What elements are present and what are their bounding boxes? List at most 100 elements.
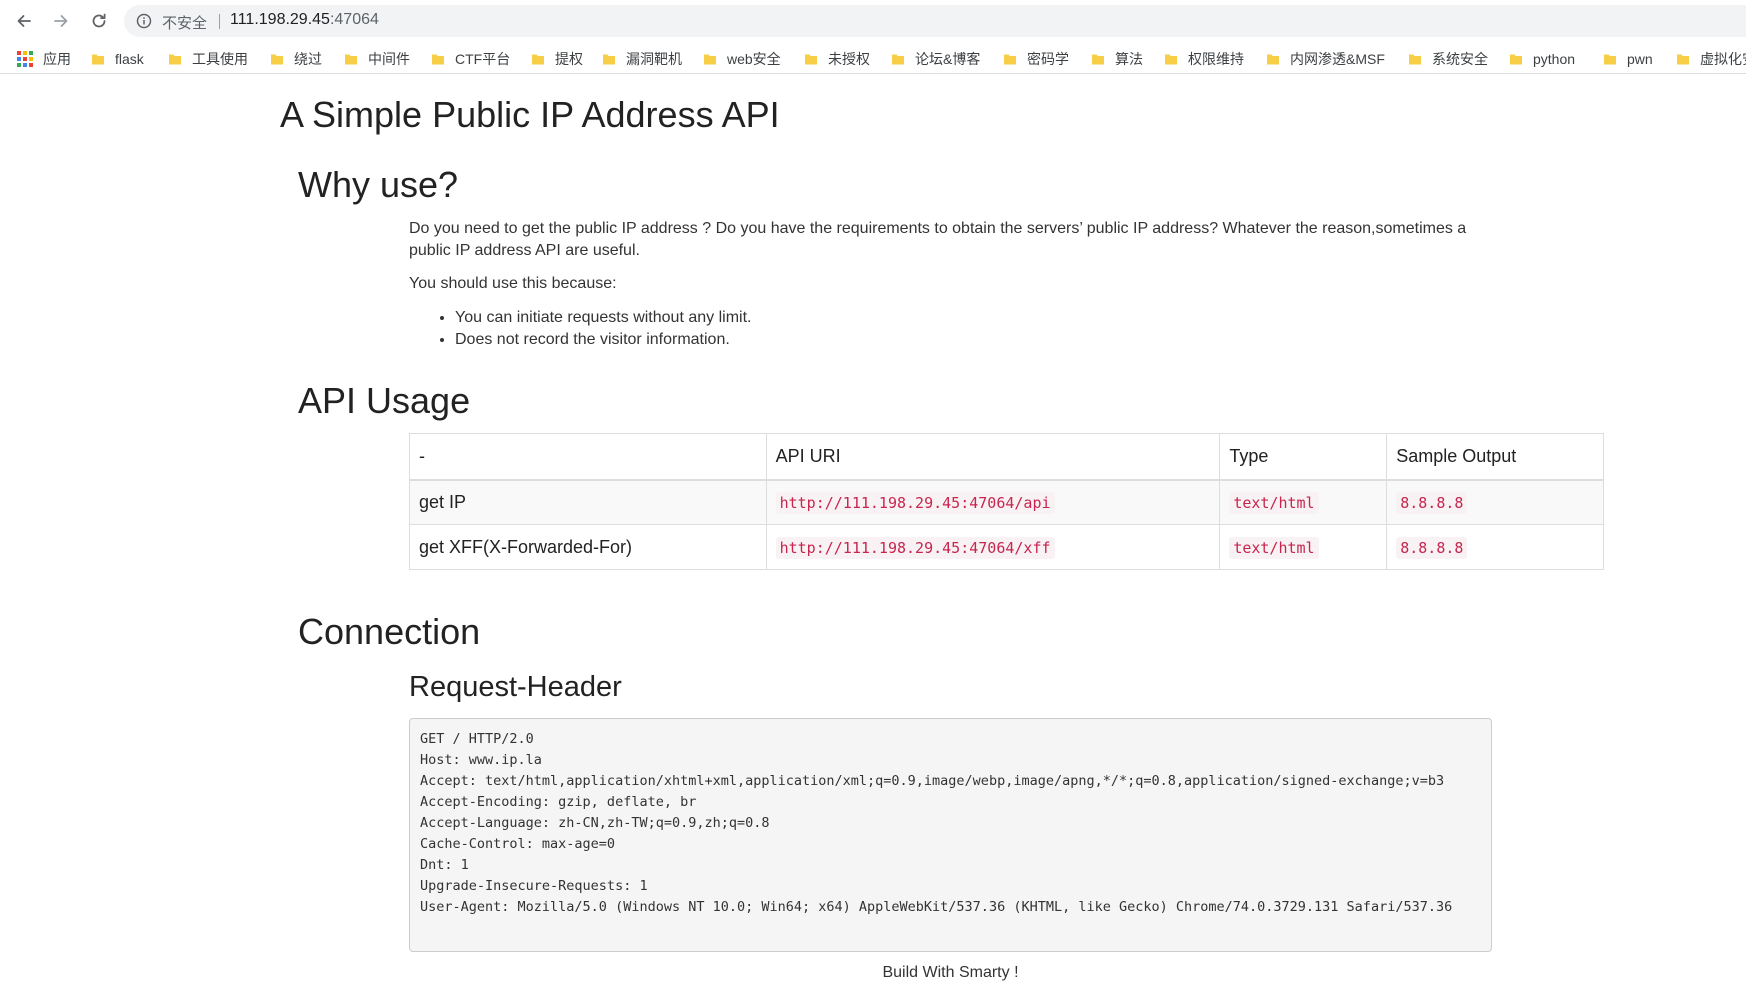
bookmark-folder[interactable]: python bbox=[1509, 49, 1575, 69]
bookmark-folder[interactable]: pwn bbox=[1603, 49, 1653, 69]
url-host: 111.198.29.45 bbox=[230, 11, 330, 28]
bookmark-folder[interactable]: 漏洞靶机 bbox=[602, 49, 682, 69]
sample-output: 8.8.8.8 bbox=[1396, 491, 1468, 514]
header-line: User-Agent: Mozilla/5.0 (Windows NT 10.0… bbox=[420, 899, 1453, 915]
header-line: Accept-Encoding: gzip, deflate, br bbox=[420, 794, 697, 810]
folder-icon bbox=[1266, 52, 1280, 66]
api-uri[interactable]: http://111.198.29.45:47064/api bbox=[775, 491, 1055, 514]
bookmark-label: python bbox=[1533, 51, 1576, 67]
back-button[interactable] bbox=[11, 8, 37, 34]
bookmark-label: 提权 bbox=[555, 51, 583, 67]
folder-icon bbox=[1003, 52, 1017, 66]
arrow-right-icon bbox=[54, 15, 68, 27]
security-status[interactable]: 不安全 bbox=[162, 12, 207, 33]
type-cell: text/html bbox=[1219, 479, 1388, 525]
content-type: text/html bbox=[1229, 491, 1319, 514]
folder-icon bbox=[1509, 52, 1523, 66]
apps-grid-icon bbox=[17, 51, 33, 67]
folder-icon bbox=[344, 52, 358, 66]
api-usage-table: - API URI Type Sample Output get IP http… bbox=[409, 433, 1604, 570]
output-cell: 8.8.8.8 bbox=[1386, 524, 1604, 570]
bookmark-label: web安全 bbox=[727, 51, 781, 67]
bookmark-folder[interactable]: 内网渗透&MSF bbox=[1266, 49, 1385, 69]
table-row: get XFF(X-Forwarded-For) http://111.198.… bbox=[409, 524, 1604, 570]
header-line: Accept-Language: zh-CN,zh-TW;q=0.9,zh;q=… bbox=[420, 815, 770, 831]
bookmark-label: 工具使用 bbox=[192, 51, 248, 67]
bookmark-folder[interactable]: 虚拟化安 bbox=[1676, 49, 1746, 69]
browser-toolbar: 不安全 111.198.29.45:47064 bbox=[0, 0, 1746, 42]
bookmark-label: 论坛&博客 bbox=[915, 51, 981, 67]
why-heading: Why use? bbox=[298, 164, 459, 205]
bookmark-folder[interactable]: 密码学 bbox=[1003, 49, 1069, 69]
output-cell: 8.8.8.8 bbox=[1386, 479, 1604, 525]
bookmark-label: 密码学 bbox=[1027, 51, 1069, 67]
bookmark-label: 未授权 bbox=[828, 51, 870, 67]
folder-icon bbox=[531, 52, 545, 66]
folder-icon bbox=[1408, 52, 1422, 66]
bookmark-label: 绕过 bbox=[294, 51, 322, 67]
bookmark-folder[interactable]: CTF平台 bbox=[431, 49, 510, 69]
info-icon[interactable] bbox=[136, 13, 152, 29]
url-port: :47064 bbox=[329, 11, 379, 28]
bookmark-folder[interactable]: web安全 bbox=[703, 49, 781, 69]
reasons-list: You can initiate requests without any li… bbox=[409, 307, 751, 351]
bookmark-label: CTF平台 bbox=[455, 51, 511, 67]
column-header: Type bbox=[1219, 433, 1388, 481]
bookmark-label: flask bbox=[115, 51, 144, 67]
bookmark-label: 应用 bbox=[43, 51, 71, 67]
column-header: - bbox=[409, 433, 767, 481]
header-line: Cache-Control: max-age=0 bbox=[420, 836, 616, 852]
reload-button[interactable] bbox=[86, 8, 112, 34]
list-item: Does not record the visitor information. bbox=[455, 329, 751, 351]
bookmark-label: 漏洞靶机 bbox=[626, 51, 682, 67]
bookmark-folder[interactable]: 绕过 bbox=[270, 49, 322, 69]
bookmark-label: 虚拟化安 bbox=[1700, 51, 1746, 67]
folder-icon bbox=[168, 52, 182, 66]
table-header-row: - API URI Type Sample Output bbox=[409, 433, 1604, 481]
bookmark-folder[interactable]: 权限维持 bbox=[1164, 49, 1244, 69]
bookmark-folder[interactable]: 论坛&博客 bbox=[891, 49, 980, 69]
bookmark-folder[interactable]: 中间件 bbox=[344, 49, 410, 69]
folder-icon bbox=[431, 52, 445, 66]
header-line: GET / HTTP/2.0 bbox=[420, 731, 534, 747]
bookmark-folder[interactable]: 工具使用 bbox=[168, 49, 248, 69]
api-uri[interactable]: http://111.198.29.45:47064/xff bbox=[775, 536, 1055, 559]
bookmark-folder[interactable]: 提权 bbox=[531, 49, 583, 69]
column-header: Sample Output bbox=[1386, 433, 1604, 481]
table-row: get IP http://111.198.29.45:47064/api te… bbox=[409, 479, 1604, 525]
list-item: You can initiate requests without any li… bbox=[455, 307, 751, 329]
header-line: Host: www.ip.la bbox=[420, 752, 542, 768]
folder-icon bbox=[1091, 52, 1105, 66]
bookmark-folder[interactable]: 算法 bbox=[1091, 49, 1143, 69]
usage-heading: API Usage bbox=[298, 380, 471, 421]
bookmark-label: 系统安全 bbox=[1432, 51, 1488, 67]
url-text[interactable]: 111.198.29.45:47064 bbox=[230, 11, 379, 29]
reload-icon bbox=[92, 13, 106, 28]
arrow-left-icon bbox=[17, 15, 31, 27]
type-cell: text/html bbox=[1219, 524, 1388, 570]
request-header-heading: Request-Header bbox=[409, 671, 622, 703]
bookmark-apps[interactable]: 应用 bbox=[17, 49, 71, 69]
forward-button[interactable] bbox=[48, 8, 74, 34]
bookmark-folder[interactable]: flask bbox=[91, 49, 144, 69]
folder-icon bbox=[804, 52, 818, 66]
bookmark-folder[interactable]: 未授权 bbox=[804, 49, 870, 69]
uri-cell: http://111.198.29.45:47064/api bbox=[765, 479, 1221, 525]
why-intro: You should use this because: bbox=[409, 275, 617, 292]
sample-output: 8.8.8.8 bbox=[1396, 536, 1468, 559]
bookmarks-bar: 应用 flask 工具使用 绕过 中间件 CTF平台 提权 漏洞靶机 web安全… bbox=[0, 42, 1746, 74]
bookmark-label: pwn bbox=[1627, 51, 1653, 67]
address-bar[interactable]: 不安全 111.198.29.45:47064 bbox=[124, 5, 1746, 37]
uri-cell: http://111.198.29.45:47064/xff bbox=[765, 524, 1221, 570]
endpoint-name: get IP bbox=[409, 479, 767, 525]
address-divider bbox=[219, 14, 220, 29]
column-header: API URI bbox=[765, 433, 1221, 481]
header-line: Dnt: 1 bbox=[420, 857, 469, 873]
folder-icon bbox=[270, 52, 284, 66]
endpoint-name: get XFF(X-Forwarded-For) bbox=[409, 524, 767, 570]
header-line: Upgrade-Insecure-Requests: 1 bbox=[420, 878, 648, 894]
folder-icon bbox=[1164, 52, 1178, 66]
why-paragraph: Do you need to get the public IP address… bbox=[409, 220, 1467, 259]
bookmark-folder[interactable]: 系统安全 bbox=[1408, 49, 1488, 69]
footer-text: Build With Smarty ! bbox=[882, 964, 1019, 981]
